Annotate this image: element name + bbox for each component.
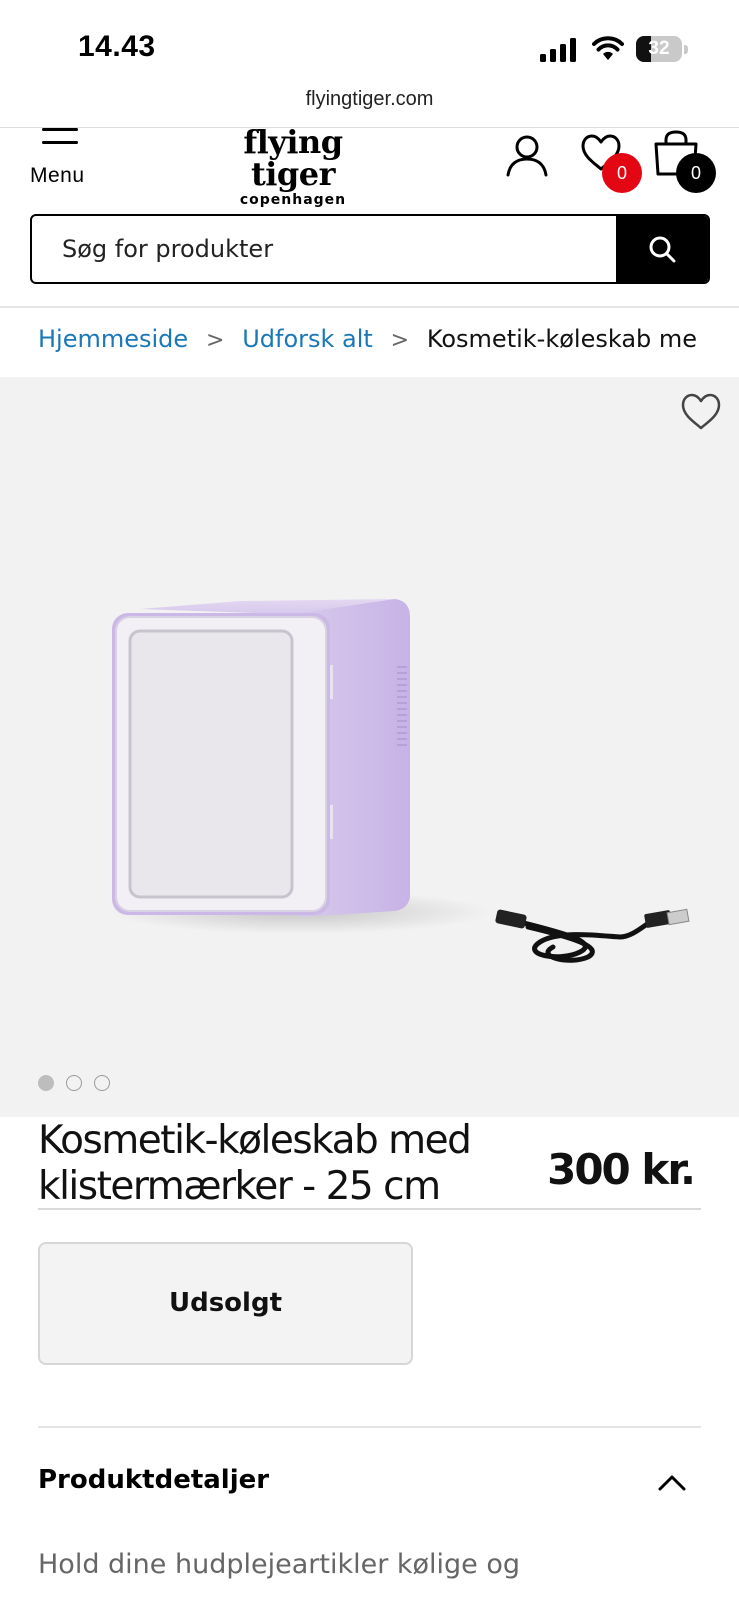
cart-count-badge: 0 (676, 153, 716, 193)
battery-percent: 32 (648, 38, 670, 59)
address-bar[interactable]: flyingtiger.com (0, 88, 739, 111)
product-title: Kosmetik-køleskab med klistermærker - 25… (38, 1118, 472, 1209)
divider (38, 1208, 701, 1210)
breadcrumb-current: Kosmetik-køleskab me (426, 325, 698, 353)
search-button[interactable] (616, 216, 708, 282)
product-details-toggle[interactable]: Produktdetaljer (38, 1460, 701, 1510)
chevron-up-icon (658, 1475, 686, 1491)
divider (0, 306, 739, 308)
sold-out-button[interactable]: Udsolgt (38, 1242, 413, 1365)
wifi-icon (592, 36, 624, 60)
signal-icon (540, 38, 576, 62)
wishlist-count-badge: 0 (602, 153, 642, 193)
gallery-dot[interactable] (66, 1075, 82, 1091)
breadcrumb: Hjemmeside > Udforsk alt > Kosmetik-køleskab… (38, 325, 702, 361)
search-icon (649, 236, 676, 263)
gallery-pagination (38, 1075, 122, 1091)
breadcrumb-home[interactable]: Hjemmeside (38, 325, 188, 353)
chevron-right-icon: > (205, 328, 225, 353)
product-image (110, 599, 690, 963)
wishlist-button[interactable]: 0 (580, 130, 644, 196)
divider (38, 1426, 701, 1428)
product-description: Hold dine hudplejeartikler kølige og (38, 1549, 521, 1580)
status-time: 14.43 (78, 30, 156, 63)
menu-button[interactable]: Menu (28, 128, 94, 188)
menu-label: Menu (30, 164, 85, 187)
status-bar: 14.43 32 (0, 0, 739, 90)
breadcrumb-explore[interactable]: Udforsk alt (242, 325, 373, 353)
battery-icon: 32 (636, 36, 688, 62)
search-input[interactable] (32, 216, 618, 282)
cart-button[interactable]: 0 (652, 130, 718, 196)
product-price: 300 kr. (547, 1145, 696, 1194)
product-details-heading: Produktdetaljer (38, 1465, 270, 1495)
product-gallery[interactable] (0, 377, 739, 1117)
search-bar (30, 214, 710, 284)
account-icon[interactable] (505, 133, 549, 177)
logo-subline: copenhagen (239, 192, 347, 208)
gallery-dot[interactable] (38, 1075, 54, 1091)
logo-wordmark: flying tiger (243, 123, 343, 193)
chevron-right-icon: > (390, 328, 410, 353)
gallery-dot[interactable] (94, 1075, 110, 1091)
logo[interactable]: flying tiger copenhagen (200, 126, 386, 208)
